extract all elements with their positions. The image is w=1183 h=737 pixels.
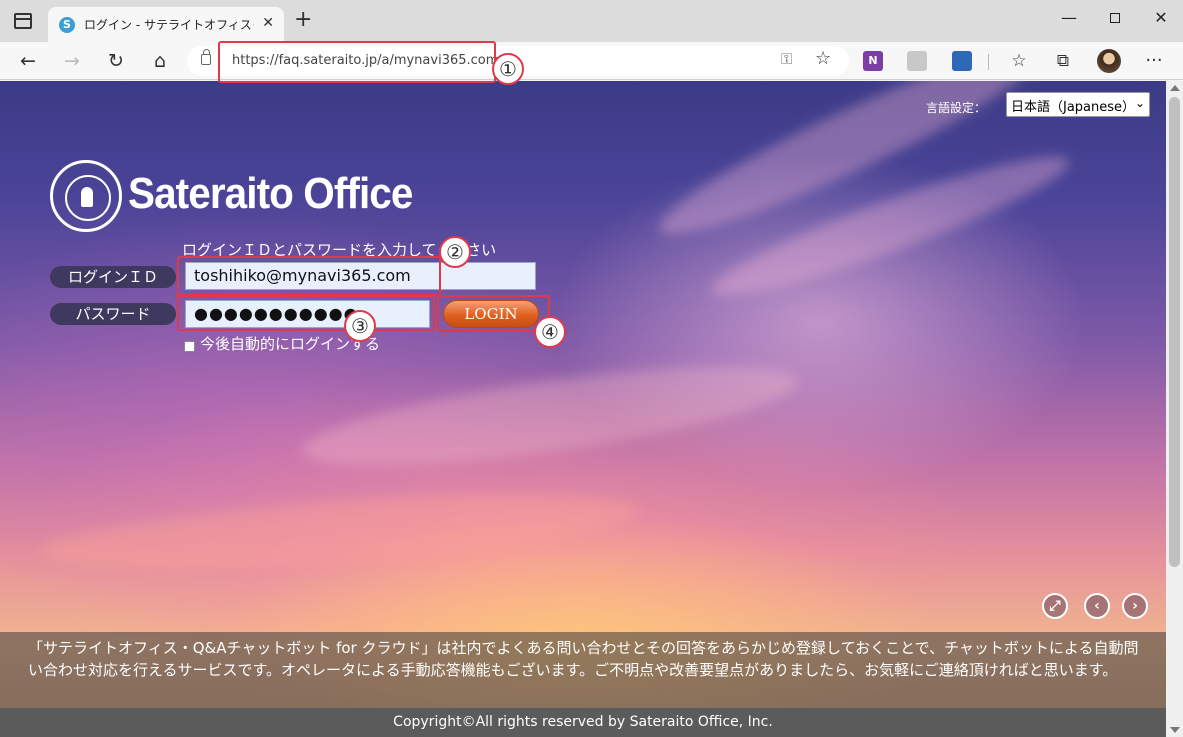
login-page: 言語設定： 日本語（Japanese） ⌄ Sateraito Office ロ… — [0, 81, 1166, 737]
scroll-down-icon[interactable] — [1170, 727, 1180, 733]
browser-tab-active[interactable]: S ログイン - サテライトオフィス･Q&Aチャ ✕ — [48, 7, 284, 42]
service-description: 「サテライトオフィス・Q&Aチャットボット for クラウド」は社内でよくある問… — [0, 632, 1166, 708]
favorites-icon[interactable]: ☆ — [1006, 48, 1032, 74]
language-selected-value: 日本語（Japanese） — [1011, 100, 1136, 115]
new-tab-button[interactable]: + — [294, 9, 312, 31]
tab-actions-icon[interactable] — [14, 13, 32, 29]
back-icon[interactable]: ← — [14, 47, 42, 75]
annotation-box-4 — [437, 295, 550, 332]
toolbar-divider — [988, 54, 989, 70]
tab-title: ログイン - サテライトオフィス･Q&Aチャ — [84, 18, 254, 32]
password-label: パスワード — [50, 303, 176, 325]
tab-close-icon[interactable]: ✕ — [262, 15, 274, 31]
profile-avatar[interactable] — [1097, 49, 1121, 73]
logo-text: Sateraito Office — [128, 169, 413, 218]
annotation-number-3: ③ — [344, 310, 376, 342]
scroll-thumb[interactable] — [1169, 97, 1180, 567]
next-icon[interactable]: › — [1122, 593, 1148, 619]
annotation-number-4: ④ — [534, 316, 566, 348]
login-id-label: ログインＩＤ — [50, 266, 176, 288]
page-scrollbar[interactable] — [1166, 81, 1183, 737]
chevron-down-icon: ⌄ — [1134, 96, 1145, 110]
language-select[interactable]: 日本語（Japanese） ⌄ — [1006, 92, 1150, 117]
sky-cloud — [297, 346, 803, 486]
key-icon[interactable]: ⚿ — [781, 50, 792, 68]
more-icon[interactable]: ··· — [1141, 48, 1167, 74]
annotation-number-2: ② — [439, 236, 471, 268]
onenote-icon[interactable]: N — [863, 51, 883, 71]
lock-icon[interactable] — [201, 49, 211, 65]
maximize-icon — [1110, 13, 1120, 23]
sateraito-logo-emblem — [50, 160, 122, 232]
window-close-button[interactable]: ✕ — [1138, 4, 1183, 32]
sky-cloud — [38, 480, 642, 582]
home-icon[interactable]: ⌂ — [146, 47, 174, 75]
fullscreen-icon[interactable]: ⤢ — [1042, 593, 1068, 619]
extension-blue-icon[interactable] — [952, 51, 972, 71]
browser-toolbar: ← → ↻ ⌂ https://faq.sateraito.jp/a/mynav… — [0, 42, 1183, 80]
collections-icon[interactable]: ⧉ — [1050, 48, 1076, 74]
copyright-footer: Copyright©All rights reserved by Saterai… — [0, 708, 1166, 737]
annotation-box-2 — [177, 256, 441, 296]
add-favorite-icon[interactable]: ☆ — [815, 48, 831, 69]
annotation-number-1: ① — [492, 53, 524, 85]
language-label: 言語設定： — [926, 101, 987, 115]
refresh-icon[interactable]: ↻ — [102, 47, 130, 75]
scroll-up-icon[interactable] — [1170, 85, 1180, 91]
window-minimize-button[interactable]: — — [1046, 4, 1092, 32]
extension-icon[interactable] — [907, 51, 927, 71]
site-favicon-icon: S — [59, 17, 75, 33]
annotation-box-1 — [218, 41, 496, 83]
window-maximize-button[interactable] — [1092, 4, 1138, 32]
annotation-box-3 — [177, 295, 435, 331]
prev-icon[interactable]: ‹ — [1084, 593, 1110, 619]
auto-login-checkbox[interactable] — [184, 341, 195, 352]
forward-icon[interactable]: → — [58, 47, 86, 75]
browser-tab-bar: S ログイン - サテライトオフィス･Q&Aチャ ✕ + — ✕ — [0, 0, 1183, 42]
